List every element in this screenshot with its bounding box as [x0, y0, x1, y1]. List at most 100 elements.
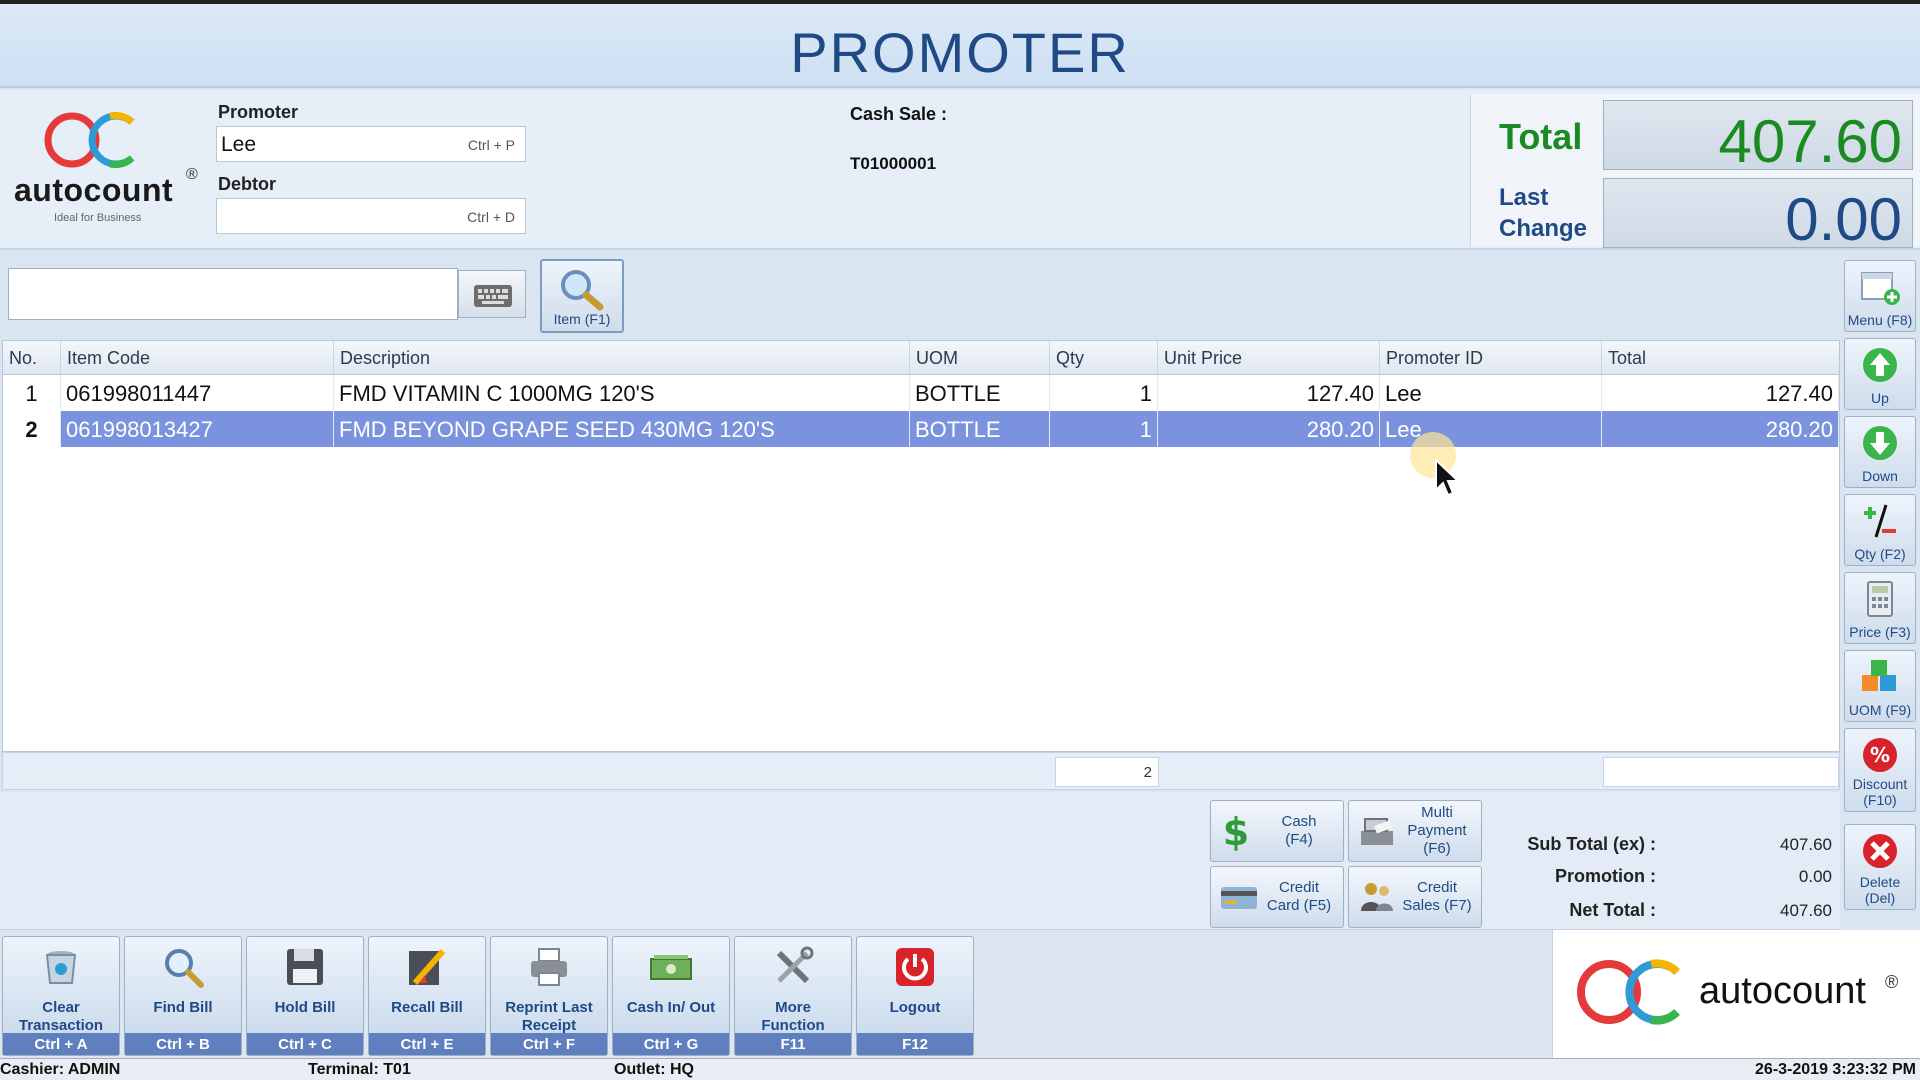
logo-reg: ®	[186, 166, 198, 183]
down-button[interactable]: Down	[1844, 416, 1916, 488]
reprint-label-line1: Reprint Last	[505, 999, 593, 1016]
credit-card-button[interactable]: Credit Card (F5)	[1210, 866, 1344, 928]
discount-button[interactable]: % Discount (F10)	[1844, 728, 1916, 812]
hold-bill-button[interactable]: Hold Bill Ctrl + C	[246, 936, 364, 1056]
title-bar: PROMOTER	[0, 0, 1920, 88]
delete-label: Delete (Del)	[1845, 874, 1915, 906]
reprint-receipt-button[interactable]: Reprint Last Receipt Ctrl + F	[490, 936, 608, 1056]
col-unit-price[interactable]: Unit Price	[1158, 341, 1380, 374]
credit-sales-label: Credit Sales (F7)	[1397, 879, 1477, 915]
table-row-selected[interactable]: 2 061998013427 FMD BEYOND GRAPE SEED 430…	[3, 411, 1839, 447]
col-promoter-id[interactable]: Promoter ID	[1380, 341, 1602, 374]
qty-button[interactable]: Qty (F2)	[1844, 494, 1916, 566]
more-function-button[interactable]: More Function F11	[734, 936, 852, 1056]
item-button-label: Item (F1)	[553, 311, 611, 327]
logout-button[interactable]: Logout F12	[856, 936, 974, 1056]
banknotes-icon	[650, 955, 692, 980]
delete-label-line1: Delete	[1859, 874, 1901, 890]
plus-minus-icon	[1864, 504, 1896, 538]
find-bill-button[interactable]: Find Bill Ctrl + B	[124, 936, 242, 1056]
clear-transaction-button[interactable]: Clear Transaction Ctrl + A	[2, 936, 120, 1056]
row-no: 1	[3, 375, 61, 411]
footer-logo-brand: autocount	[1699, 970, 1866, 1012]
promoter-field[interactable]: Lee Ctrl + P	[216, 126, 526, 162]
change-value: 0.00	[1785, 186, 1902, 253]
row-unit-price: 127.40	[1158, 375, 1380, 411]
cash-label: Cash (F4)	[1259, 813, 1339, 849]
calculator-icon	[1867, 581, 1893, 617]
magnifier-icon	[561, 270, 604, 311]
price-label: Price (F3)	[1849, 624, 1911, 640]
total-display: 407.60	[1603, 100, 1913, 175]
clear-transaction-label: Clear Transaction	[3, 999, 119, 1035]
col-qty[interactable]: Qty	[1050, 341, 1158, 374]
up-label: Up	[1871, 390, 1889, 406]
trash-bin-icon	[45, 951, 77, 984]
row-description: FMD VITAMIN C 1000MG 120'S	[334, 375, 910, 411]
cash-button[interactable]: $ Cash (F4)	[1210, 800, 1344, 862]
total-label: Total	[1499, 116, 1583, 157]
delete-x-icon	[1863, 834, 1897, 868]
row-item-code: 061998013427	[61, 411, 334, 447]
col-total[interactable]: Total	[1602, 341, 1839, 374]
multi-payment-label: Multi Payment (F6)	[1397, 804, 1477, 858]
row-no: 2	[3, 411, 61, 447]
multi-payment-button[interactable]: Multi Payment (F6)	[1348, 800, 1482, 862]
credit-card-label: Credit Card (F5)	[1259, 879, 1339, 915]
floppy-disk-icon	[287, 949, 323, 985]
promotion-label: Promotion :	[1555, 866, 1656, 886]
printer-icon	[531, 948, 567, 986]
total-value: 407.60	[1718, 108, 1902, 175]
discount-label-line2: (F10)	[1863, 792, 1897, 808]
row-item-code: 061998011447	[61, 375, 334, 411]
hold-bill-shortcut: Ctrl + C	[247, 1033, 363, 1055]
arrow-up-icon	[1863, 348, 1897, 382]
change-display: 0.00	[1603, 178, 1913, 253]
col-description[interactable]: Description	[334, 341, 910, 374]
logout-label: Logout	[889, 999, 941, 1016]
status-terminal: Terminal: T01	[308, 1061, 411, 1078]
debtor-field[interactable]: Ctrl + D	[216, 198, 526, 234]
grid-footer: 2	[2, 752, 1840, 790]
promotion-value: 0.00	[1798, 867, 1832, 886]
tools-icon	[776, 946, 814, 984]
status-bar: Cashier: ADMIN Terminal: T01 Outlet: HQ …	[0, 1058, 1920, 1080]
logo-rings-icon	[44, 111, 135, 169]
row-promoter-id: Lee	[1380, 375, 1602, 411]
col-no[interactable]: No.	[3, 341, 61, 374]
row-qty: 1	[1050, 375, 1158, 411]
cash-sale-number: T01000001	[850, 154, 937, 173]
autocount-logo: autocount ® Ideal for Business	[14, 108, 204, 224]
reprint-receipt-label: Reprint Last Receipt	[491, 999, 607, 1035]
col-item-code[interactable]: Item Code	[61, 341, 334, 374]
window-title: PROMOTER	[790, 21, 1130, 84]
credit-sales-button[interactable]: Credit Sales (F7)	[1348, 866, 1482, 928]
uom-button[interactable]: UOM (F9)	[1844, 650, 1916, 722]
more-function-shortcut: F11	[735, 1033, 851, 1055]
recall-bill-button[interactable]: Recall Bill Ctrl + E	[368, 936, 486, 1056]
col-uom[interactable]: UOM	[910, 341, 1050, 374]
row-qty: 1	[1050, 411, 1158, 447]
menu-button[interactable]: Menu (F8)	[1844, 260, 1916, 332]
price-button[interactable]: Price (F3)	[1844, 572, 1916, 644]
more-label-line2: Function	[761, 1017, 825, 1034]
recall-bill-shortcut: Ctrl + E	[369, 1033, 485, 1055]
barcode-input[interactable]	[8, 268, 458, 320]
mouse-cursor-icon	[1435, 458, 1460, 497]
total-panel: Total 407.60 Last Change 0.00	[1470, 94, 1920, 253]
header-panel: autocount ® Ideal for Business Promoter …	[0, 90, 1920, 253]
promoter-label: Promoter	[218, 102, 299, 122]
row-uom: BOTTLE	[910, 411, 1050, 447]
cash-in-out-button[interactable]: Cash In/ Out Ctrl + G	[612, 936, 730, 1056]
footer-logo-reg: ®	[1885, 972, 1899, 992]
item-grid[interactable]: No. Item Code Description UOM Qty Unit P…	[2, 340, 1840, 752]
row-uom: BOTTLE	[910, 375, 1050, 411]
delete-button[interactable]: Delete (Del)	[1844, 824, 1916, 910]
cash-in-out-label: Cash In/ Out	[626, 999, 716, 1016]
up-button[interactable]: Up	[1844, 338, 1916, 410]
table-row[interactable]: 1 061998011447 FMD VITAMIN C 1000MG 120'…	[3, 375, 1839, 411]
promoter-shortcut: Ctrl + P	[467, 137, 515, 153]
item-search-button[interactable]: Item (F1)	[540, 259, 624, 333]
subtotal-label: Sub Total (ex) :	[1527, 834, 1656, 854]
keyboard-button[interactable]	[458, 270, 526, 318]
